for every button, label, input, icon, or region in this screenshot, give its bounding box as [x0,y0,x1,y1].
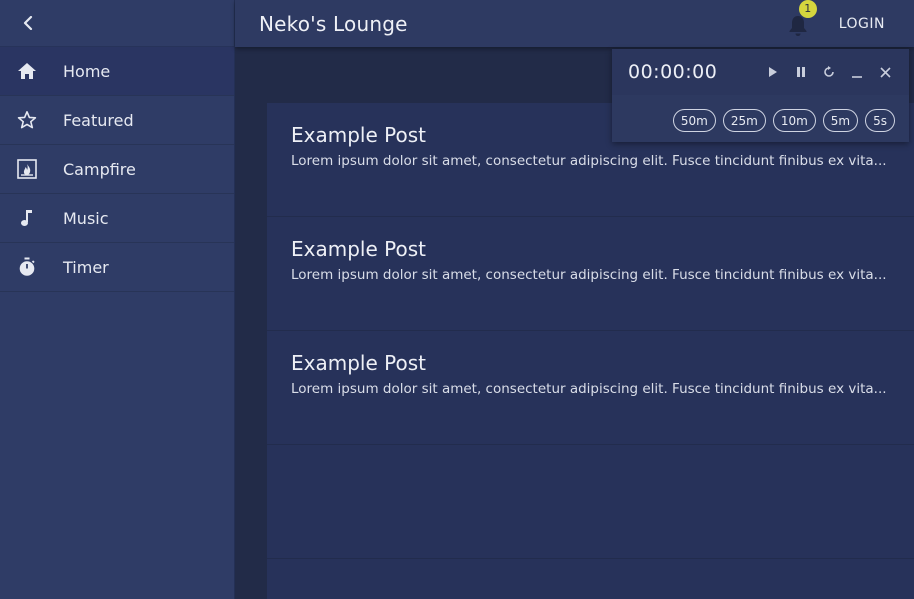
post-excerpt: Lorem ipsum dolor sit amet, consectetur … [291,381,887,397]
post-excerpt: Lorem ipsum dolor sit amet, consectetur … [291,267,887,283]
preset-button[interactable]: 25m [722,109,766,132]
preset-button[interactable]: 50m [672,109,716,132]
close-icon [879,66,891,78]
timer-close-button[interactable] [871,62,899,82]
sidebar-item-label: Timer [63,257,109,277]
notification-badge: 1 [798,0,817,18]
timer-play-button[interactable] [759,62,787,82]
timer-header: 00:00:00 [612,49,909,95]
post-excerpt: Lorem ipsum dolor sit amet, consectetur … [291,153,887,169]
preset-button[interactable]: 5m [822,109,859,132]
sidebar-item-featured[interactable]: Featured [0,96,234,145]
home-icon [17,61,37,81]
app: Home Featured Campfire Music Timer Neko'… [0,0,914,599]
chevron-left-icon [23,16,33,30]
pause-icon [797,67,805,77]
sidebar-item-home[interactable]: Home [0,47,234,96]
post-title: Example Post [291,351,426,375]
reset-icon [824,66,834,77]
notifications-button[interactable]: 1 [787,0,817,36]
post-title: Example Post [291,237,426,261]
timer-presets: 50m 25m 10m 5m 5s [612,95,909,132]
play-icon [769,67,777,77]
timer-reset-button[interactable] [815,62,843,82]
star-icon [17,110,37,130]
campfire-icon [17,159,37,179]
page-title: Neko's Lounge [259,11,408,36]
timer-controls [759,62,899,82]
timer-pause-button[interactable] [787,62,815,82]
sidebar-item-campfire[interactable]: Campfire [0,145,234,194]
sidebar-item-label: Music [63,208,109,228]
preset-button[interactable]: 10m [772,109,816,132]
collapse-sidebar-button[interactable] [18,13,38,33]
sidebar-item-label: Home [63,61,111,81]
minimize-icon [852,76,862,78]
stopwatch-icon [17,257,37,277]
timer-widget: 00:00:00 50m 25m 10m 5m 5s [612,49,909,142]
sidebar: Home Featured Campfire Music Timer [0,0,235,599]
sidebar-item-label: Campfire [63,159,136,179]
music-note-icon [17,208,37,228]
timer-display: 00:00:00 [628,61,718,83]
sidebar-header [0,0,234,47]
post-feed: Example Post Lorem ipsum dolor sit amet,… [267,103,914,599]
post-card[interactable]: Example Post Lorem ipsum dolor sit amet,… [267,331,914,445]
sidebar-item-label: Featured [63,110,134,130]
empty-post-slot [267,445,914,559]
sidebar-item-timer[interactable]: Timer [0,243,234,292]
sidebar-item-music[interactable]: Music [0,194,234,243]
preset-button[interactable]: 5s [865,109,895,132]
post-card[interactable]: Example Post Lorem ipsum dolor sit amet,… [267,217,914,331]
top-bar: Neko's Lounge 1 LOGIN [235,0,914,47]
login-button[interactable]: LOGIN [839,16,885,32]
timer-minimize-button[interactable] [843,62,871,82]
